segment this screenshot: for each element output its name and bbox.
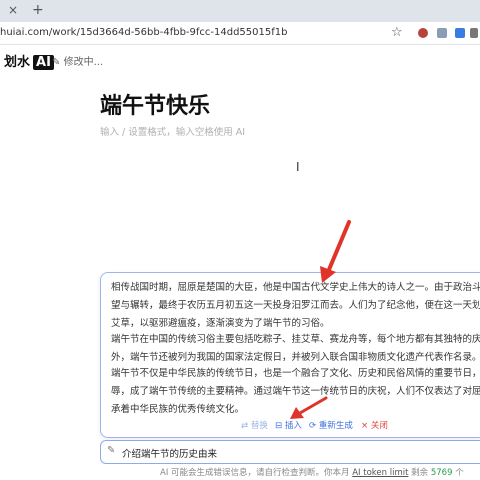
ai-paragraph-line: 相传战国时期，屈原是楚国的大臣，他是中国古代文学史上伟大的诗人之一。由于政治斗争… <box>111 282 480 293</box>
pencil-icon: ✎ <box>52 57 61 68</box>
extension-icon[interactable] <box>437 28 447 38</box>
regenerate-icon: ⟳ <box>309 421 317 431</box>
replace-icon: ⇄ <box>241 421 249 431</box>
ai-result-card: 相传战国时期，屈原是楚国的大臣，他是中国古代文学史上伟大的诗人之一。由于政治斗争… <box>100 272 480 438</box>
ai-paragraph: 相传战国时期，屈原是楚国的大臣，他是中国古代文学史上伟大的诗人之一。由于政治斗争… <box>111 279 480 333</box>
close-tab-icon[interactable]: × <box>8 3 18 17</box>
token-remaining-count: 5769 <box>430 468 453 478</box>
bookmark-star-icon[interactable]: ☆ <box>391 25 403 40</box>
regenerate-button[interactable]: ⟳ 重新生成 <box>309 419 353 431</box>
extension-icon[interactable] <box>418 28 428 38</box>
close-button[interactable]: × 关闭 <box>361 419 388 431</box>
prompt-value[interactable]: 介绍端午节的历史由来 <box>122 446 217 460</box>
editor-placeholder[interactable]: 输入 / 设置格式，输入空格使用 AI <box>100 124 245 138</box>
extension-icon[interactable] <box>470 28 478 38</box>
ai-paragraph-line: 端午节在中国的传统习俗主要包括吃粽子、挂艾草、赛龙舟等，每个地方都有其独特的庆祝… <box>111 334 480 345</box>
ai-prompt-input[interactable]: ✎ 介绍端午节的历史由来 <box>100 440 480 464</box>
insert-icon: ⊟ <box>275 421 283 431</box>
document-title[interactable]: 端午节快乐 <box>100 88 210 120</box>
ai-disclaimer: AI 可能会生成错误信息，请自行检查判断。你本月 AI token limit … <box>160 468 464 478</box>
ai-paragraph: 端午节不仅是中华民族的传统节日，也是一个融合了文化、历史和民俗风情的重要节日，而… <box>111 365 480 419</box>
ai-paragraph-line: 端午节不仅是中华民族的传统节日，也是一个融合了文化、历史和民俗风情的重要节日，而… <box>111 368 480 379</box>
ai-sparkle-icon: ✎ <box>107 445 116 456</box>
app-logo[interactable]: 划水 AI <box>4 51 54 70</box>
translate-extension-icon[interactable] <box>455 28 465 38</box>
address-bar[interactable]: huiai.com/work/15d3664d-56bb-4fbb-9fcc-1… <box>0 22 480 45</box>
ai-paragraph: 端午节在中国的传统习俗主要包括吃粽子、挂艾草、赛龙舟等，每个地方都有其独特的庆祝… <box>111 331 480 367</box>
edit-status-label: 修改中... <box>63 57 104 68</box>
edit-status: ✎ 修改中... <box>52 53 103 68</box>
ai-paragraph-line: 辱，成了端午节传统的主要精神。通过端午节这一传统节日的庆祝，人们不仅表达了对屈原… <box>111 386 480 397</box>
new-tab-icon[interactable]: + <box>32 2 44 18</box>
brand-text: 划水 <box>4 55 31 70</box>
replace-button[interactable]: ⇄ 替换 <box>241 419 268 431</box>
url-text[interactable]: huiai.com/work/15d3664d-56bb-4fbb-9fcc-1… <box>0 27 287 38</box>
text-cursor-icon: I <box>296 160 300 174</box>
ai-action-bar: ⇄ 替换 ⊟ 插入 ⟳ 重新生成 × 关闭 <box>101 417 480 435</box>
browser-tab-strip: × + <box>0 0 480 22</box>
token-limit-link[interactable]: AI token limit <box>352 468 408 478</box>
insert-button[interactable]: ⊟ 插入 <box>275 419 302 431</box>
close-icon: × <box>361 421 369 431</box>
ai-paragraph-line: 望与辗转，最终于农历五月初五这一天投身汨罗江而去。人们为了纪念他，便在这一天划龙… <box>111 300 480 311</box>
brand-ai-badge: AI <box>33 55 54 70</box>
